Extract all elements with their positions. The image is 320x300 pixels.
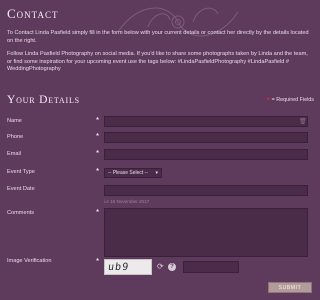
phone-input[interactable] (104, 132, 308, 143)
required-fields-note: * = Required Fields (266, 95, 314, 105)
name-label: Name (7, 118, 22, 124)
refresh-icon[interactable]: ⟳ (157, 262, 164, 271)
chevron-down-icon: ▾ (155, 170, 158, 176)
email-input[interactable] (104, 149, 308, 160)
intro-paragraph-2: Follow Linda Pasfield Photography on soc… (7, 51, 308, 73)
verification-required-star: * (96, 257, 100, 266)
intro-paragraph-1: To Contact Linda Pasfield simply fill in… (7, 30, 309, 44)
email-label: Email (7, 151, 21, 157)
captcha-text: ub9 (107, 261, 130, 273)
help-icon[interactable]: ? (168, 263, 176, 271)
comments-label: Comments (7, 210, 35, 216)
page-title: Contact (7, 6, 59, 21)
event-date-hint: i.e 16 November 2017 (104, 199, 150, 204)
event-date-label: Event Date (7, 186, 35, 192)
captcha-input[interactable] (183, 261, 239, 273)
section-title: Your Details (7, 94, 80, 106)
required-note-text: = Required Fields (271, 97, 314, 103)
captcha-image: ub9 (104, 259, 152, 275)
event-date-input[interactable] (104, 185, 308, 196)
required-star-icon: * (266, 95, 270, 105)
trash-icon[interactable]: 🗑 (299, 119, 307, 125)
event-type-label: Event Type (7, 169, 35, 175)
name-input[interactable]: 🗑 (104, 116, 308, 127)
comments-required-star: * (96, 208, 100, 217)
email-required-star: * (96, 149, 100, 158)
event-type-required-star: * (96, 167, 100, 176)
event-type-selected: -- Please Select -- (108, 170, 149, 176)
phone-label: Phone (7, 134, 24, 140)
verification-label: Image Verification (7, 258, 52, 264)
event-type-select[interactable]: -- Please Select -- ▾ (104, 168, 162, 178)
name-required-star: * (96, 116, 100, 125)
submit-button[interactable]: SUBMIT (268, 282, 312, 293)
phone-required-star: * (96, 132, 100, 141)
comments-textarea[interactable] (104, 208, 308, 257)
intro-text: To Contact Linda Pasfield simply fill in… (7, 30, 313, 74)
